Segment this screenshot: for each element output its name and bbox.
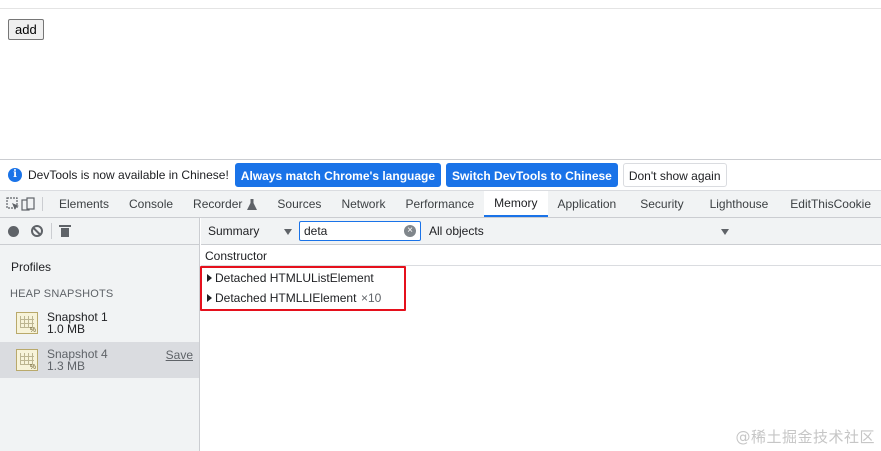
tab-application[interactable]: Application xyxy=(548,191,627,217)
web-page: add xyxy=(0,0,881,160)
heap-snapshot-view: Summary × All objects Constructor Detach… xyxy=(200,218,881,451)
save-snapshot-link[interactable]: Save xyxy=(166,348,193,362)
snapshot-size: 1.0 MB xyxy=(47,322,86,336)
tab-elements[interactable]: Elements xyxy=(49,191,119,217)
page-top-divider xyxy=(0,8,881,9)
snapshot-item-selected[interactable]: Snapshot 4 1.3 MB Save xyxy=(0,342,199,378)
class-filter-input[interactable] xyxy=(304,223,400,239)
tab-network[interactable]: Network xyxy=(331,191,395,217)
toolbar-separator xyxy=(51,223,52,239)
dont-show-again-button[interactable]: Don't show again xyxy=(622,163,727,187)
snapshot-item[interactable]: Snapshot 1 1.0 MB xyxy=(0,305,199,341)
infobar-message: DevTools is now available in Chinese! xyxy=(28,168,229,182)
switch-to-chinese-button[interactable]: Switch DevTools to Chinese xyxy=(446,163,618,187)
chevron-down-icon xyxy=(721,229,729,235)
flask-icon xyxy=(247,198,258,210)
heap-snapshot-icon xyxy=(16,349,38,371)
snapshot-size: 1.3 MB xyxy=(47,359,86,373)
object-filter-select[interactable]: All objects xyxy=(429,218,735,245)
tab-memory[interactable]: Memory xyxy=(484,191,548,217)
tab-bar-separator xyxy=(42,197,43,211)
tab-recorder[interactable]: Recorder xyxy=(183,191,267,217)
profiles-sidebar: Profiles HEAP SNAPSHOTS Snapshot 1 1.0 M… xyxy=(0,218,200,451)
watermark: @稀土掘金技术社区 xyxy=(735,428,875,446)
trash-icon[interactable] xyxy=(59,225,71,237)
inspect-element-icon[interactable] xyxy=(5,191,21,217)
always-match-language-button[interactable]: Always match Chrome's language xyxy=(234,163,442,187)
constructor-header-label: Constructor xyxy=(205,249,268,263)
tab-lighthouse[interactable]: Lighthouse xyxy=(698,191,781,217)
annotation-highlight-box xyxy=(200,266,406,311)
snapshot-toolbar: Summary × All objects xyxy=(201,218,881,245)
profiles-toolbar xyxy=(0,218,199,245)
devtools-panel: i DevTools is now available in Chinese! … xyxy=(0,159,881,451)
tab-security[interactable]: Security xyxy=(626,191,697,217)
take-snapshot-record-icon[interactable] xyxy=(8,225,19,237)
tab-recorder-label: Recorder xyxy=(193,197,243,211)
constructor-column-header[interactable]: Constructor xyxy=(201,246,881,266)
heap-snapshot-icon xyxy=(16,312,38,334)
chevron-down-icon xyxy=(284,229,292,235)
add-button[interactable]: add xyxy=(8,19,44,40)
heap-snapshots-section-label: HEAP SNAPSHOTS xyxy=(10,288,114,300)
tab-performance[interactable]: Performance xyxy=(395,191,484,217)
language-infobar: i DevTools is now available in Chinese! … xyxy=(0,160,881,191)
profiles-label: Profiles xyxy=(11,260,52,274)
perspective-select-value: Summary xyxy=(208,224,260,238)
tab-sources[interactable]: Sources xyxy=(267,191,331,217)
devtools-tab-bar: Elements Console Recorder Sources Networ… xyxy=(0,191,881,218)
object-filter-select-value: All objects xyxy=(429,224,484,238)
perspective-select[interactable]: Summary xyxy=(208,218,294,245)
clear-filter-icon[interactable]: × xyxy=(404,225,416,237)
device-toolbar-icon[interactable] xyxy=(21,191,37,217)
info-icon: i xyxy=(8,168,22,182)
tab-console[interactable]: Console xyxy=(119,191,183,217)
class-filter-field[interactable]: × xyxy=(299,221,421,241)
clear-all-profiles-icon[interactable] xyxy=(31,225,43,237)
tab-editthiscookie[interactable]: EditThisCookie xyxy=(780,191,881,217)
